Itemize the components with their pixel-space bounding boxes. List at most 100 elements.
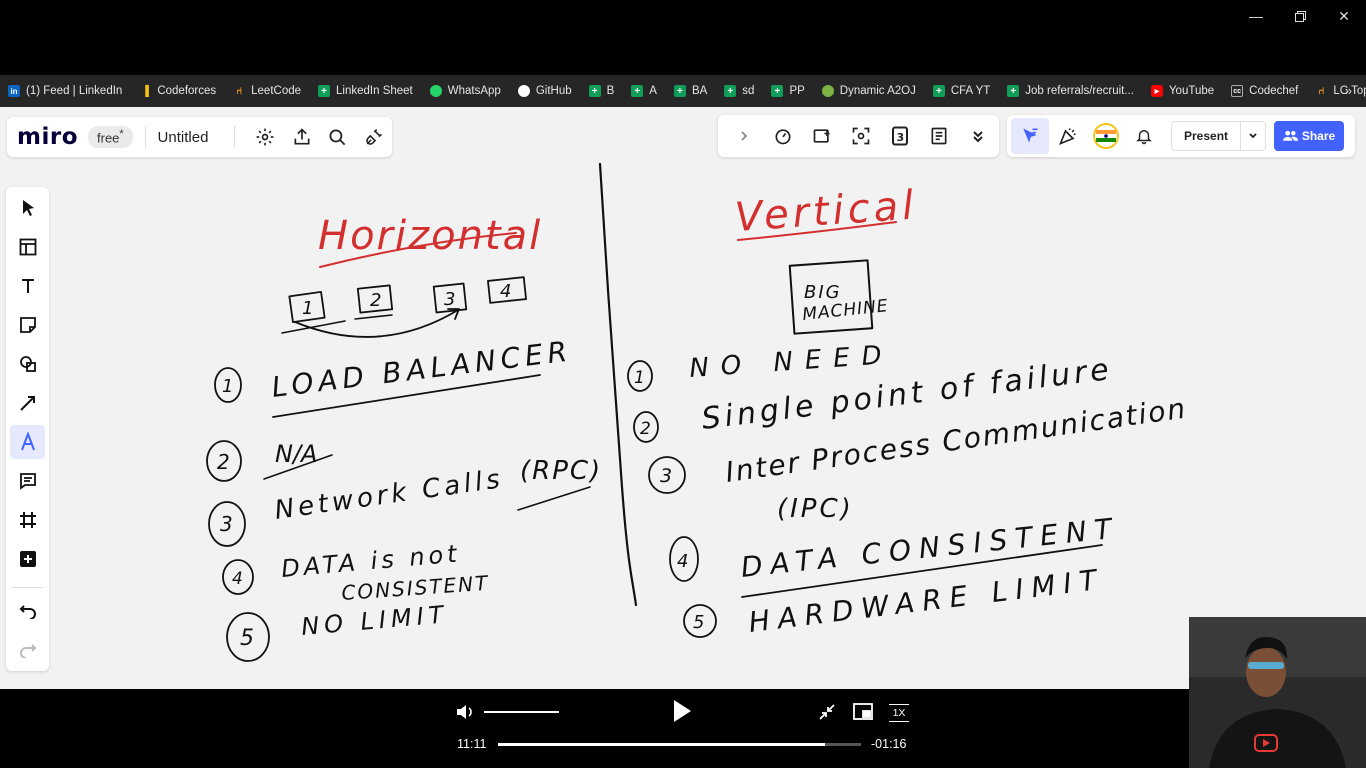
sheets-icon: + <box>932 85 945 97</box>
playback-speed-button[interactable]: 1X <box>889 704 909 722</box>
whatsapp-icon <box>429 85 442 97</box>
export-upload-icon[interactable] <box>284 119 320 155</box>
connection-line-icon[interactable] <box>10 386 45 420</box>
point-text: NO NEED <box>688 340 894 384</box>
sticky-note-icon[interactable] <box>10 308 45 342</box>
volume-icon[interactable] <box>455 703 475 726</box>
picture-in-picture-icon[interactable] <box>853 703 873 725</box>
text-tool-icon[interactable] <box>10 269 45 303</box>
user-avatar[interactable] <box>1087 118 1125 154</box>
celebrate-icon[interactable] <box>1049 118 1087 154</box>
bookmark-item[interactable]: ▐ Codeforces <box>139 85 216 97</box>
divider <box>234 126 236 148</box>
bookmark-label: GitHub <box>535 85 572 97</box>
card-add-icon[interactable] <box>802 118 841 154</box>
settings-gear-icon[interactable] <box>247 119 283 155</box>
board-header-panel: miro free* Untitled <box>7 117 392 157</box>
cursor-reactions-icon[interactable] <box>1011 118 1049 154</box>
github-icon <box>517 85 530 97</box>
bookmark-label: B <box>606 85 615 97</box>
close-icon[interactable]: ✕ <box>1324 4 1364 28</box>
seek-bar[interactable] <box>498 743 861 746</box>
sheets-icon: + <box>318 85 331 97</box>
comment-icon[interactable] <box>10 464 45 498</box>
server-1: 1 <box>288 290 326 324</box>
volume-slider[interactable] <box>484 711 559 713</box>
sheets-icon: + <box>1007 85 1020 97</box>
bookmark-item[interactable]: WhatsApp <box>429 85 501 97</box>
horizontal-title: Horizontal <box>318 213 542 259</box>
volume-slider-fill <box>484 711 559 713</box>
point-extra: (RPC) <box>520 456 602 486</box>
bookmark-item[interactable]: + Job referrals/recruit... <box>1007 85 1134 97</box>
counter-icon[interactable]: 3 <box>880 118 919 154</box>
point-number: 1 <box>222 376 233 397</box>
bookmark-item[interactable]: ⑁LC Topic <box>1315 85 1366 97</box>
integrations-plug-icon[interactable] <box>356 119 392 155</box>
plan-badge-asterisk: * <box>119 128 124 141</box>
search-icon[interactable] <box>320 119 356 155</box>
leetcode-icon: ⑁ <box>236 85 243 97</box>
bookmark-item[interactable]: ▶ YouTube <box>1150 85 1214 97</box>
horizontal-point-3: 3 Network Calls (RPC) <box>208 456 602 547</box>
codechef-icon: cc <box>1231 85 1244 97</box>
share-button[interactable]: Share <box>1274 121 1345 151</box>
miro-logo[interactable]: miro <box>17 124 78 150</box>
codeforces-icon: ▐ <box>141 85 149 97</box>
toolbar-divider <box>12 587 43 588</box>
board-title[interactable]: Untitled <box>158 129 209 146</box>
bookmark-label: BA <box>691 85 708 97</box>
restore-icon[interactable] <box>1280 4 1320 28</box>
present-button[interactable]: Present <box>1171 121 1241 151</box>
bookmark-item[interactable]: Dynamic A2OJ <box>821 85 916 97</box>
notes-icon[interactable] <box>919 118 958 154</box>
sheets-icon: + <box>673 85 686 97</box>
left-toolbar <box>6 187 49 671</box>
bookmarks-overflow-icon[interactable]: » <box>1345 83 1352 98</box>
point-number: 5 <box>693 612 704 633</box>
double-chevron-down-icon[interactable] <box>958 118 997 154</box>
users-icon <box>1282 130 1298 141</box>
timer-icon[interactable] <box>763 118 802 154</box>
templates-icon[interactable] <box>10 230 45 264</box>
minimize-icon[interactable]: — <box>1236 4 1276 28</box>
point-number: 5 <box>240 626 254 651</box>
select-cursor-icon[interactable] <box>10 191 45 225</box>
bookmark-label: CFA YT <box>950 85 991 97</box>
point-number: 4 <box>677 551 688 572</box>
focus-frame-icon[interactable] <box>841 118 880 154</box>
plan-badge[interactable]: free* <box>88 126 133 148</box>
bookmark-item[interactable]: GitHub <box>517 85 572 97</box>
redo-icon[interactable] <box>10 633 45 667</box>
presenter-figure <box>1189 617 1366 768</box>
bookmark-item[interactable]: + CFA YT <box>932 85 991 97</box>
bookmark-item[interactable]: + LinkedIn Sheet <box>318 85 413 97</box>
bookmark-item[interactable]: ⑁ LeetCode <box>233 85 301 97</box>
frame-icon[interactable] <box>10 503 45 537</box>
bookmark-item[interactable]: in (1) Feed | LinkedIn <box>8 85 122 97</box>
youtube-icon: ▶ <box>1150 85 1163 97</box>
undo-icon[interactable] <box>10 594 45 628</box>
bookmark-label: LeetCode <box>251 85 302 97</box>
remaining-time: -01:16 <box>871 737 907 751</box>
bookmark-label: A <box>649 85 657 97</box>
chevron-right-icon[interactable] <box>724 118 763 154</box>
server-4: 4 <box>487 276 527 304</box>
play-icon[interactable] <box>672 699 692 728</box>
bookmark-item[interactable]: + PP <box>771 85 805 97</box>
bookmark-item[interactable]: + BA <box>673 85 708 97</box>
seek-bar-fill <box>498 743 825 746</box>
playback-speed-label: 1X <box>892 707 906 719</box>
minimize-player-icon[interactable] <box>818 703 836 726</box>
chevron-down-icon[interactable] <box>1240 121 1267 151</box>
server-2: 2 <box>356 284 394 314</box>
bookmark-item[interactable]: + B <box>588 85 615 97</box>
add-more-tools-icon[interactable] <box>10 542 45 576</box>
bookmark-item[interactable]: + sd <box>724 85 754 97</box>
pen-draw-icon[interactable] <box>10 425 45 459</box>
shapes-icon[interactable] <box>10 347 45 381</box>
bookmark-item[interactable]: + A <box>631 85 657 97</box>
bookmark-item[interactable]: cc Codechef <box>1231 85 1298 97</box>
miro-board[interactable]: Horizontal 1 2 3 4 1 LOAD BALANCER 2 N/A… <box>0 107 1366 689</box>
bell-notification-icon[interactable] <box>1125 118 1163 154</box>
